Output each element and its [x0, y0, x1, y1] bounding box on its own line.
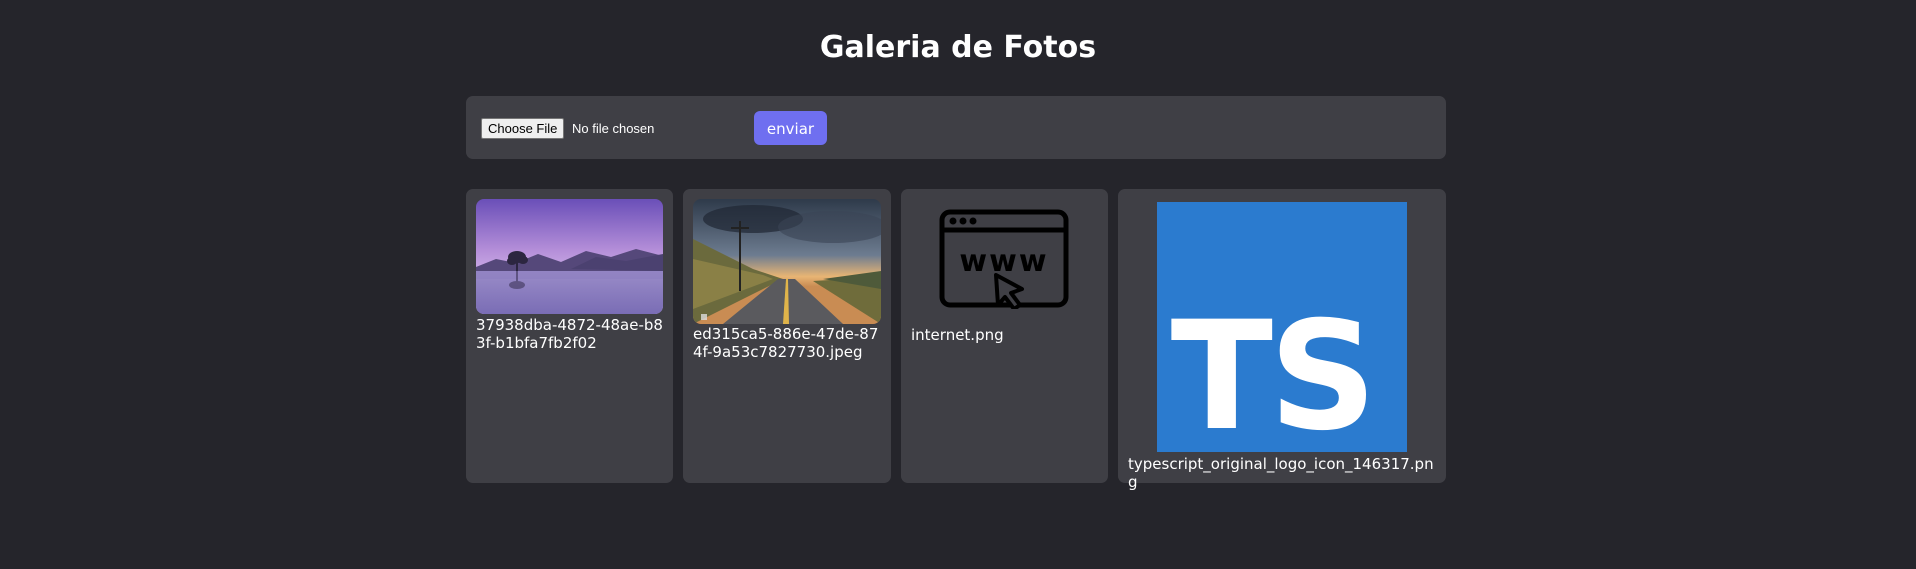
- send-button[interactable]: enviar: [754, 111, 827, 145]
- gallery-image-road[interactable]: [693, 199, 881, 324]
- gallery-image-typescript[interactable]: TS: [1157, 202, 1407, 452]
- gallery-card: ed315ca5-886e-47de-874f-9a53c7827730.jpe…: [683, 189, 891, 483]
- gallery-card: TS typescript_original_logo_icon_146317.…: [1118, 189, 1446, 491]
- upload-form: Choose File No file chosen enviar: [466, 96, 1446, 159]
- gallery-card: 37938dba-4872-48ae-b83f-b1bfa7fb2f02: [466, 189, 673, 483]
- page: Galeria de Fotos Choose File No file cho…: [0, 0, 1916, 569]
- lake-photo: [476, 199, 663, 314]
- gallery-image-lake[interactable]: [476, 199, 663, 314]
- www-browser-icon: www: [939, 209, 1069, 309]
- page-title: Galeria de Fotos: [819, 30, 1097, 65]
- gallery-card: www internet.png: [901, 189, 1108, 483]
- svg-text:www: www: [959, 244, 1048, 279]
- gallery-caption: ed315ca5-886e-47de-874f-9a53c7827730.jpe…: [693, 325, 879, 361]
- gallery-image-internet[interactable]: www: [938, 209, 1070, 309]
- gallery-caption: typescript_original_logo_icon_146317.png: [1128, 455, 1434, 491]
- svg-text:TS: TS: [1171, 290, 1373, 452]
- typescript-logo: TS: [1157, 202, 1407, 452]
- gallery-caption: internet.png: [911, 326, 1004, 344]
- gallery-caption: 37938dba-4872-48ae-b83f-b1bfa7fb2f02: [476, 316, 663, 352]
- file-status-text: No file chosen: [572, 121, 655, 136]
- choose-file-button[interactable]: Choose File: [481, 118, 565, 139]
- road-photo: [693, 199, 881, 324]
